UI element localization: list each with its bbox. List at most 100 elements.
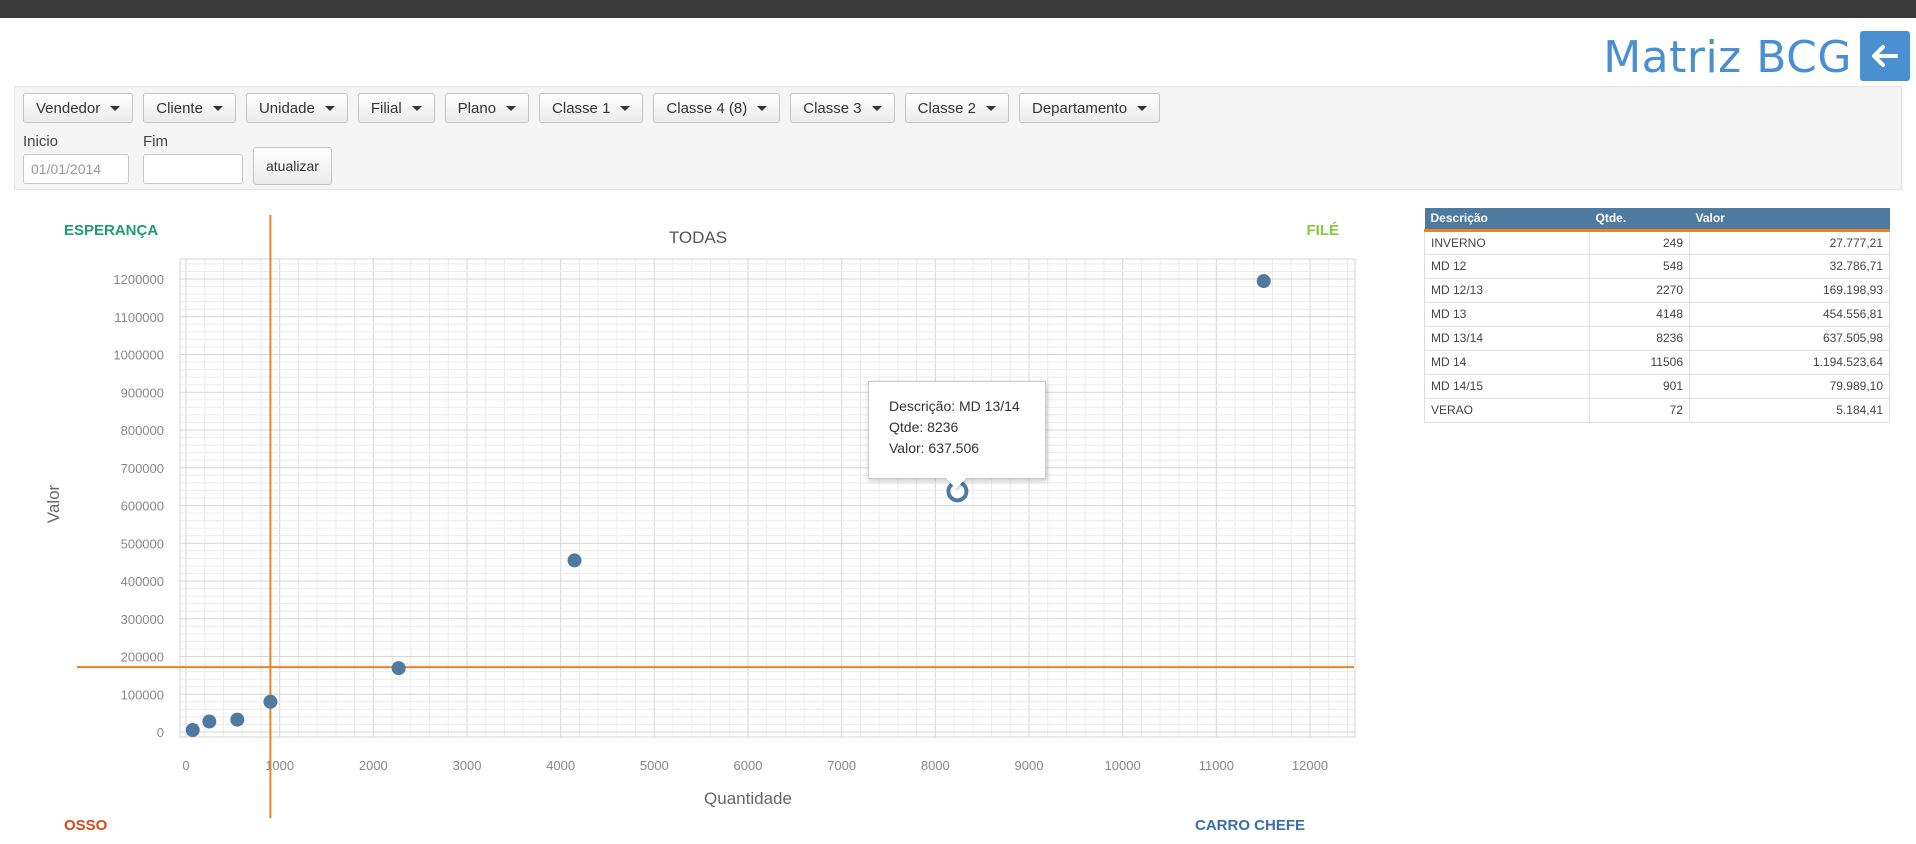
- y-tick-label: 1200000: [113, 272, 164, 287]
- cell-descricao: VERAO: [1424, 397, 1590, 423]
- cell-qtde: 2270: [1589, 277, 1690, 303]
- y-tick-label: 1000000: [113, 348, 164, 363]
- page-title: Matriz BCG: [1603, 32, 1852, 83]
- cell-valor: 637.505,98: [1689, 325, 1890, 351]
- cell-descricao: MD 12: [1424, 253, 1590, 279]
- y-tick-label: 500000: [121, 536, 164, 551]
- table-row[interactable]: VERAO 72 5.184,41: [1424, 397, 1890, 423]
- fim-date-input[interactable]: [143, 154, 243, 184]
- data-point[interactable]: [391, 661, 406, 676]
- data-point[interactable]: [202, 714, 217, 729]
- data-point[interactable]: [230, 712, 245, 727]
- cell-valor: 27.777,21: [1689, 229, 1890, 255]
- chart-grid: [180, 259, 1355, 737]
- cell-qtde: 249: [1589, 229, 1690, 255]
- dropdown-label: Classe 4 (8): [666, 99, 748, 117]
- caret-down-icon: [324, 105, 335, 111]
- quadrant-carro-chefe: CARRO CHEFE: [1195, 817, 1305, 834]
- table-row[interactable]: MD 14 11506 1.194.523,64: [1424, 349, 1890, 375]
- cell-descricao: MD 13/14: [1424, 325, 1590, 351]
- table-row[interactable]: MD 13 4148 454.556,81: [1424, 301, 1890, 327]
- top-bar: [0, 0, 1916, 18]
- data-point[interactable]: [567, 553, 582, 568]
- dropdown-unidade[interactable]: Unidade: [245, 93, 348, 123]
- inicio-group: Inicio: [23, 133, 129, 184]
- filter-dropdowns: Vendedor Cliente Unidade Filial Plano Cl…: [23, 93, 1161, 123]
- table-row[interactable]: MD 12 548 32.786,71: [1424, 253, 1890, 279]
- caret-down-icon: [506, 105, 517, 111]
- dropdown-vendedor[interactable]: Vendedor: [23, 93, 134, 123]
- y-tick-label: 900000: [121, 385, 164, 400]
- dropdown-label: Unidade: [258, 99, 315, 117]
- cell-qtde: 11506: [1589, 349, 1690, 375]
- caret-down-icon: [985, 105, 996, 111]
- cell-qtde: 901: [1589, 373, 1690, 399]
- y-axis-label: Valor: [44, 484, 63, 523]
- caret-down-icon: [871, 105, 882, 111]
- dropdown-plano[interactable]: Plano: [444, 93, 530, 123]
- x-tick-label: 2000: [359, 758, 388, 773]
- quadrant-file: FILÉ: [1307, 222, 1340, 239]
- update-button[interactable]: atualizar: [253, 147, 332, 185]
- dropdown-departamento[interactable]: Departamento: [1018, 93, 1161, 123]
- summary-table: Descrição Qtde. Valor INVERNO 249 27.777,2…: [1424, 208, 1890, 423]
- y-tick-label: 1100000: [114, 310, 164, 325]
- y-tick-label: 0: [157, 725, 164, 740]
- dropdown-classe-2[interactable]: Classe 2: [904, 93, 1009, 123]
- table-header-row: Descrição Qtde. Valor: [1424, 208, 1890, 230]
- cell-qtde: 72: [1589, 397, 1690, 423]
- data-point[interactable]: [263, 694, 278, 709]
- caret-down-icon: [411, 105, 422, 111]
- header-valor[interactable]: Valor: [1690, 208, 1890, 230]
- dropdown-label: Filial: [370, 99, 402, 117]
- dropdown-label: Classe 2: [917, 99, 976, 117]
- dropdown-filial[interactable]: Filial: [357, 93, 435, 123]
- x-tick-label: 12000: [1292, 758, 1328, 773]
- caret-down-icon: [110, 105, 121, 111]
- y-tick-label: 700000: [121, 461, 164, 476]
- x-tick-label: 3000: [453, 758, 482, 773]
- x-tick-label: 4000: [546, 758, 575, 773]
- cell-valor: 1.194.523,64: [1689, 349, 1890, 375]
- x-axis-label: Quantidade: [704, 789, 792, 808]
- inicio-date-input[interactable]: [23, 154, 129, 184]
- y-tick-label: 200000: [121, 650, 164, 665]
- table-row[interactable]: MD 12/13 2270 169.198,93: [1424, 277, 1890, 303]
- bcg-scatter-chart: 0 1000 2000 3000 4000 5000 6000 7000 8000 9000 100…: [44, 215, 1356, 834]
- caret-down-icon: [757, 105, 768, 111]
- caret-down-icon: [620, 105, 631, 111]
- cell-descricao: MD 12/13: [1424, 277, 1590, 303]
- dropdown-cliente[interactable]: Cliente: [143, 93, 236, 123]
- x-tick-label: 5000: [640, 758, 669, 773]
- dropdown-label: Vendedor: [36, 99, 101, 117]
- dropdown-classe-3[interactable]: Classe 3: [790, 93, 895, 123]
- x-tick-label: 11000: [1199, 758, 1234, 773]
- dropdown-label: Plano: [457, 99, 497, 117]
- x-tick-label: 6000: [734, 758, 763, 773]
- dropdown-classe-4[interactable]: Classe 4 (8): [653, 93, 781, 123]
- tooltip-descricao: Descrição: MD 13/14: [889, 398, 1020, 414]
- data-point[interactable]: [1256, 274, 1271, 289]
- header-qtde[interactable]: Qtde.: [1590, 208, 1690, 230]
- table-row[interactable]: INVERNO 249 27.777,21: [1424, 229, 1890, 255]
- caret-down-icon: [212, 105, 223, 111]
- point-tooltip: Descrição: MD 13/14 Qtde: 8236 Valor: 63…: [868, 381, 1046, 479]
- table-row[interactable]: MD 13/14 8236 637.505,98: [1424, 325, 1890, 351]
- tooltip-arrow: [946, 478, 966, 489]
- table-row[interactable]: MD 14/15 901 79.989,10: [1424, 373, 1890, 399]
- data-point[interactable]: [185, 723, 200, 738]
- dropdown-classe-1[interactable]: Classe 1: [539, 93, 644, 123]
- header-descricao[interactable]: Descrição: [1425, 208, 1590, 230]
- quadrant-osso: OSSO: [64, 817, 108, 834]
- dropdown-label: Classe 3: [803, 99, 862, 117]
- back-button[interactable]: [1860, 31, 1910, 81]
- dropdown-label: Classe 1: [552, 99, 611, 117]
- x-tick-label: 8000: [921, 758, 950, 773]
- x-tick-label: 9000: [1015, 758, 1044, 773]
- dropdown-label: Cliente: [156, 99, 203, 117]
- cell-qtde: 8236: [1589, 325, 1690, 351]
- quadrant-esperanca: ESPERANÇA: [64, 222, 158, 239]
- y-tick-label: 100000: [121, 687, 164, 702]
- cell-descricao: INVERNO: [1424, 229, 1590, 255]
- cell-qtde: 548: [1589, 253, 1690, 279]
